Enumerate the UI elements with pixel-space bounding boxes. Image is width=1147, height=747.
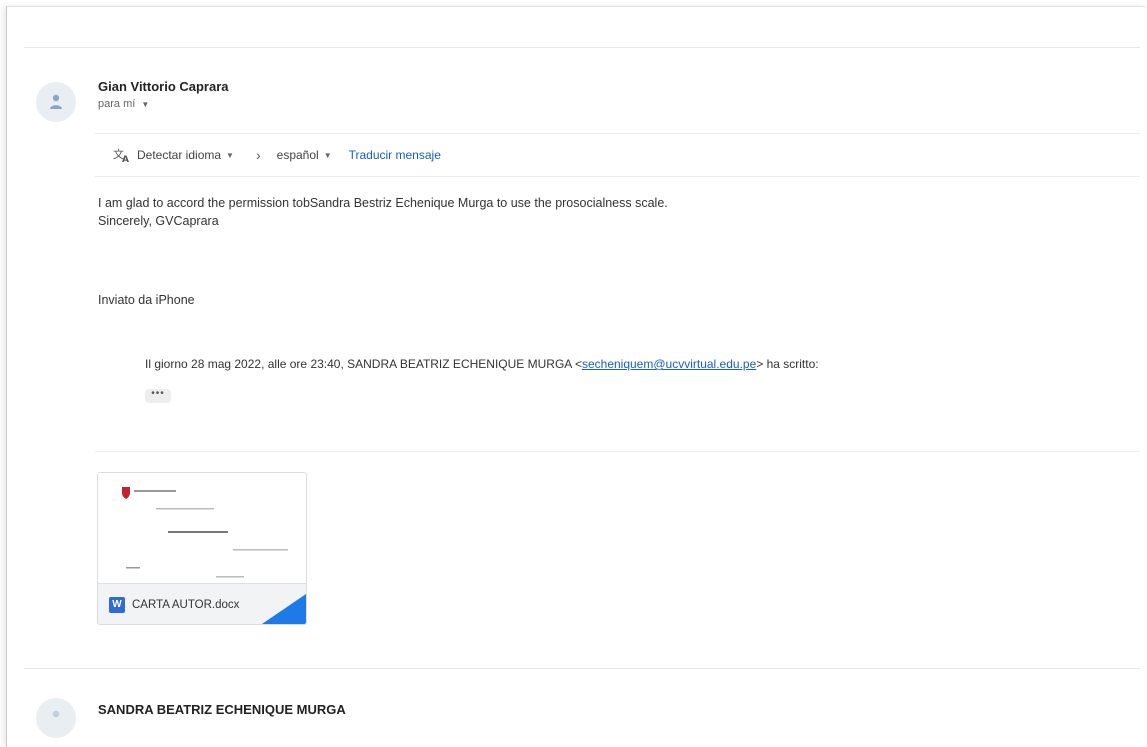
- word-document-icon: W: [109, 596, 125, 613]
- translate-icon: 文 A: [113, 147, 131, 163]
- chevron-down-icon: ▼: [226, 150, 234, 160]
- chevron-down-icon: ▼: [323, 150, 332, 160]
- quoted-header-prefix: Il giorno 28 mag 2022, alle ore 23:40, S…: [145, 357, 582, 371]
- translate-bar: 文 A Detectar idioma ▼ › español ▼ Traduc…: [95, 133, 1140, 177]
- email-thread-panel: [6, 6, 1146, 747]
- source-language-label: Detectar idioma: [137, 148, 222, 162]
- message-body-line-1: I am glad to accord the permission tobSa…: [98, 196, 668, 210]
- next-sender-avatar[interactable]: [36, 698, 76, 738]
- sender-avatar[interactable]: [36, 82, 76, 122]
- chevron-right-icon: ›: [255, 147, 261, 163]
- recipient-label: para mí: [98, 98, 136, 110]
- person-icon: [52, 710, 60, 718]
- message-separator: [24, 668, 1140, 669]
- translate-message-link[interactable]: Traducir mensaje: [349, 148, 441, 162]
- document-thumbnail: [122, 487, 288, 578]
- recipient-details-toggle[interactable]: para mí ▼: [98, 98, 149, 110]
- quoted-sender-email-link[interactable]: secheniquem@ucvvirtual.edu.pe: [582, 357, 756, 371]
- quoted-message-header: Il giorno 28 mag 2022, alle ore 23:40, S…: [145, 357, 819, 371]
- source-language-select[interactable]: Detectar idioma ▼: [137, 148, 234, 162]
- top-divider: [24, 47, 1140, 48]
- attachment-preview: [98, 473, 306, 583]
- show-trimmed-content-button[interactable]: •••: [145, 389, 171, 403]
- attachments-divider: [95, 451, 1140, 452]
- person-icon: [50, 94, 62, 109]
- message-body-line-2: Sincerely, GVCaprara: [98, 214, 219, 228]
- attachment-file-name: CARTA AUTOR.docx: [132, 598, 240, 611]
- message-signature: Inviato da iPhone: [98, 293, 195, 307]
- svg-text:A: A: [122, 155, 129, 163]
- chevron-down-icon: ▼: [141, 100, 150, 109]
- sender-name[interactable]: Gian Vittorio Caprara: [98, 79, 229, 94]
- next-sender-name[interactable]: SANDRA BEATRIZ ECHENIQUE MURGA: [98, 702, 346, 717]
- target-language-select[interactable]: español ▼: [277, 148, 332, 162]
- attachment-card[interactable]: W CARTA AUTOR.docx: [97, 472, 307, 625]
- quoted-header-suffix: > ha scritto:: [756, 357, 819, 371]
- target-language-label: español: [276, 148, 319, 162]
- corner-fold-icon: [262, 594, 306, 624]
